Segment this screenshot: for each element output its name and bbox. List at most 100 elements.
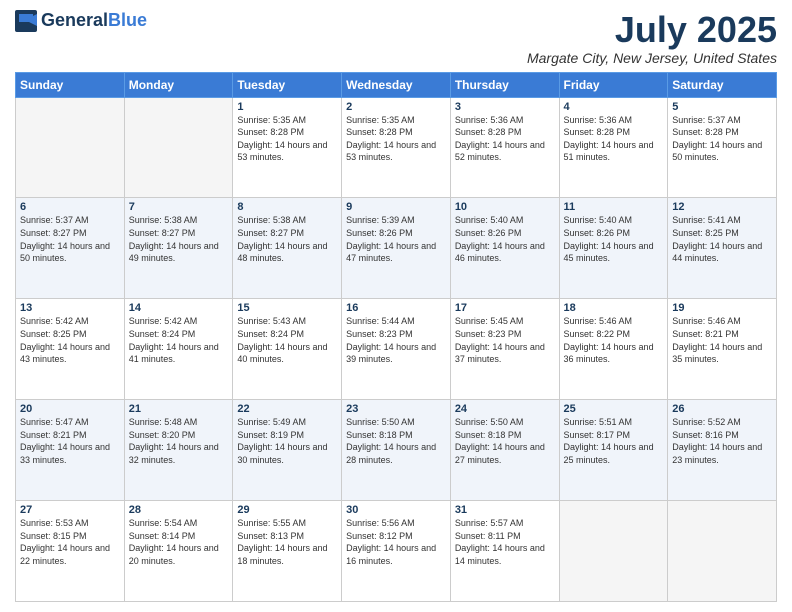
day-number: 16 [346, 302, 446, 314]
day-info: Sunrise: 5:53 AMSunset: 8:15 PMDaylight:… [20, 517, 120, 567]
calendar-cell: 10Sunrise: 5:40 AMSunset: 8:26 PMDayligh… [450, 198, 559, 299]
calendar-cell [16, 97, 125, 198]
day-number: 31 [455, 504, 555, 516]
day-number: 18 [564, 302, 664, 314]
logo-blue-text: Blue [108, 10, 147, 30]
day-info: Sunrise: 5:35 AMSunset: 8:28 PMDaylight:… [237, 114, 337, 164]
calendar-cell: 12Sunrise: 5:41 AMSunset: 8:25 PMDayligh… [668, 198, 777, 299]
day-info: Sunrise: 5:37 AMSunset: 8:27 PMDaylight:… [20, 214, 120, 264]
location-title: Margate City, New Jersey, United States [527, 50, 777, 66]
weekday-header-tuesday: Tuesday [233, 72, 342, 97]
calendar-cell: 1Sunrise: 5:35 AMSunset: 8:28 PMDaylight… [233, 97, 342, 198]
day-number: 5 [672, 101, 772, 113]
weekday-header-monday: Monday [124, 72, 233, 97]
weekday-header-row: SundayMondayTuesdayWednesdayThursdayFrid… [16, 72, 777, 97]
calendar-cell: 23Sunrise: 5:50 AMSunset: 8:18 PMDayligh… [342, 400, 451, 501]
day-info: Sunrise: 5:49 AMSunset: 8:19 PMDaylight:… [237, 416, 337, 466]
day-info: Sunrise: 5:50 AMSunset: 8:18 PMDaylight:… [346, 416, 446, 466]
title-area: July 2025 Margate City, New Jersey, Unit… [527, 10, 777, 66]
calendar-cell [559, 501, 668, 602]
calendar-table: SundayMondayTuesdayWednesdayThursdayFrid… [15, 72, 777, 602]
calendar-week-row: 27Sunrise: 5:53 AMSunset: 8:15 PMDayligh… [16, 501, 777, 602]
day-number: 2 [346, 101, 446, 113]
calendar-cell: 11Sunrise: 5:40 AMSunset: 8:26 PMDayligh… [559, 198, 668, 299]
day-number: 10 [455, 201, 555, 213]
calendar-cell [668, 501, 777, 602]
logo-icon [15, 10, 37, 32]
calendar-cell: 20Sunrise: 5:47 AMSunset: 8:21 PMDayligh… [16, 400, 125, 501]
day-info: Sunrise: 5:56 AMSunset: 8:12 PMDaylight:… [346, 517, 446, 567]
calendar-cell: 31Sunrise: 5:57 AMSunset: 8:11 PMDayligh… [450, 501, 559, 602]
day-info: Sunrise: 5:39 AMSunset: 8:26 PMDaylight:… [346, 214, 446, 264]
day-info: Sunrise: 5:54 AMSunset: 8:14 PMDaylight:… [129, 517, 229, 567]
day-number: 12 [672, 201, 772, 213]
day-info: Sunrise: 5:52 AMSunset: 8:16 PMDaylight:… [672, 416, 772, 466]
calendar-cell: 28Sunrise: 5:54 AMSunset: 8:14 PMDayligh… [124, 501, 233, 602]
calendar-cell: 25Sunrise: 5:51 AMSunset: 8:17 PMDayligh… [559, 400, 668, 501]
calendar-cell: 15Sunrise: 5:43 AMSunset: 8:24 PMDayligh… [233, 299, 342, 400]
calendar-week-row: 1Sunrise: 5:35 AMSunset: 8:28 PMDaylight… [16, 97, 777, 198]
calendar-week-row: 13Sunrise: 5:42 AMSunset: 8:25 PMDayligh… [16, 299, 777, 400]
day-info: Sunrise: 5:44 AMSunset: 8:23 PMDaylight:… [346, 315, 446, 365]
calendar-week-row: 6Sunrise: 5:37 AMSunset: 8:27 PMDaylight… [16, 198, 777, 299]
day-number: 29 [237, 504, 337, 516]
day-info: Sunrise: 5:35 AMSunset: 8:28 PMDaylight:… [346, 114, 446, 164]
calendar-cell: 6Sunrise: 5:37 AMSunset: 8:27 PMDaylight… [16, 198, 125, 299]
day-number: 30 [346, 504, 446, 516]
day-number: 14 [129, 302, 229, 314]
calendar-cell: 19Sunrise: 5:46 AMSunset: 8:21 PMDayligh… [668, 299, 777, 400]
day-number: 25 [564, 403, 664, 415]
calendar-cell: 29Sunrise: 5:55 AMSunset: 8:13 PMDayligh… [233, 501, 342, 602]
day-info: Sunrise: 5:37 AMSunset: 8:28 PMDaylight:… [672, 114, 772, 164]
logo: GeneralBlue [15, 10, 147, 32]
day-info: Sunrise: 5:42 AMSunset: 8:25 PMDaylight:… [20, 315, 120, 365]
calendar-cell: 5Sunrise: 5:37 AMSunset: 8:28 PMDaylight… [668, 97, 777, 198]
day-info: Sunrise: 5:40 AMSunset: 8:26 PMDaylight:… [455, 214, 555, 264]
calendar-cell: 24Sunrise: 5:50 AMSunset: 8:18 PMDayligh… [450, 400, 559, 501]
day-info: Sunrise: 5:47 AMSunset: 8:21 PMDaylight:… [20, 416, 120, 466]
day-info: Sunrise: 5:40 AMSunset: 8:26 PMDaylight:… [564, 214, 664, 264]
day-info: Sunrise: 5:46 AMSunset: 8:21 PMDaylight:… [672, 315, 772, 365]
day-number: 26 [672, 403, 772, 415]
calendar-cell [124, 97, 233, 198]
day-info: Sunrise: 5:38 AMSunset: 8:27 PMDaylight:… [237, 214, 337, 264]
calendar-cell: 3Sunrise: 5:36 AMSunset: 8:28 PMDaylight… [450, 97, 559, 198]
day-number: 24 [455, 403, 555, 415]
calendar-cell: 30Sunrise: 5:56 AMSunset: 8:12 PMDayligh… [342, 501, 451, 602]
weekday-header-saturday: Saturday [668, 72, 777, 97]
day-number: 27 [20, 504, 120, 516]
calendar-cell: 7Sunrise: 5:38 AMSunset: 8:27 PMDaylight… [124, 198, 233, 299]
calendar-cell: 14Sunrise: 5:42 AMSunset: 8:24 PMDayligh… [124, 299, 233, 400]
day-number: 19 [672, 302, 772, 314]
day-number: 7 [129, 201, 229, 213]
day-info: Sunrise: 5:51 AMSunset: 8:17 PMDaylight:… [564, 416, 664, 466]
day-info: Sunrise: 5:43 AMSunset: 8:24 PMDaylight:… [237, 315, 337, 365]
day-number: 9 [346, 201, 446, 213]
day-number: 15 [237, 302, 337, 314]
calendar-cell: 26Sunrise: 5:52 AMSunset: 8:16 PMDayligh… [668, 400, 777, 501]
month-title: July 2025 [527, 10, 777, 50]
calendar-cell: 4Sunrise: 5:36 AMSunset: 8:28 PMDaylight… [559, 97, 668, 198]
day-number: 23 [346, 403, 446, 415]
weekday-header-sunday: Sunday [16, 72, 125, 97]
calendar-cell: 2Sunrise: 5:35 AMSunset: 8:28 PMDaylight… [342, 97, 451, 198]
logo-general-text: General [41, 10, 108, 30]
day-info: Sunrise: 5:50 AMSunset: 8:18 PMDaylight:… [455, 416, 555, 466]
day-info: Sunrise: 5:36 AMSunset: 8:28 PMDaylight:… [455, 114, 555, 164]
header: GeneralBlue July 2025 Margate City, New … [15, 10, 777, 66]
weekday-header-wednesday: Wednesday [342, 72, 451, 97]
calendar-cell: 9Sunrise: 5:39 AMSunset: 8:26 PMDaylight… [342, 198, 451, 299]
day-info: Sunrise: 5:45 AMSunset: 8:23 PMDaylight:… [455, 315, 555, 365]
day-info: Sunrise: 5:48 AMSunset: 8:20 PMDaylight:… [129, 416, 229, 466]
weekday-header-friday: Friday [559, 72, 668, 97]
day-info: Sunrise: 5:41 AMSunset: 8:25 PMDaylight:… [672, 214, 772, 264]
weekday-header-thursday: Thursday [450, 72, 559, 97]
day-number: 22 [237, 403, 337, 415]
day-info: Sunrise: 5:55 AMSunset: 8:13 PMDaylight:… [237, 517, 337, 567]
calendar-cell: 27Sunrise: 5:53 AMSunset: 8:15 PMDayligh… [16, 501, 125, 602]
calendar-cell: 16Sunrise: 5:44 AMSunset: 8:23 PMDayligh… [342, 299, 451, 400]
day-info: Sunrise: 5:38 AMSunset: 8:27 PMDaylight:… [129, 214, 229, 264]
day-number: 20 [20, 403, 120, 415]
calendar-cell: 22Sunrise: 5:49 AMSunset: 8:19 PMDayligh… [233, 400, 342, 501]
day-number: 28 [129, 504, 229, 516]
